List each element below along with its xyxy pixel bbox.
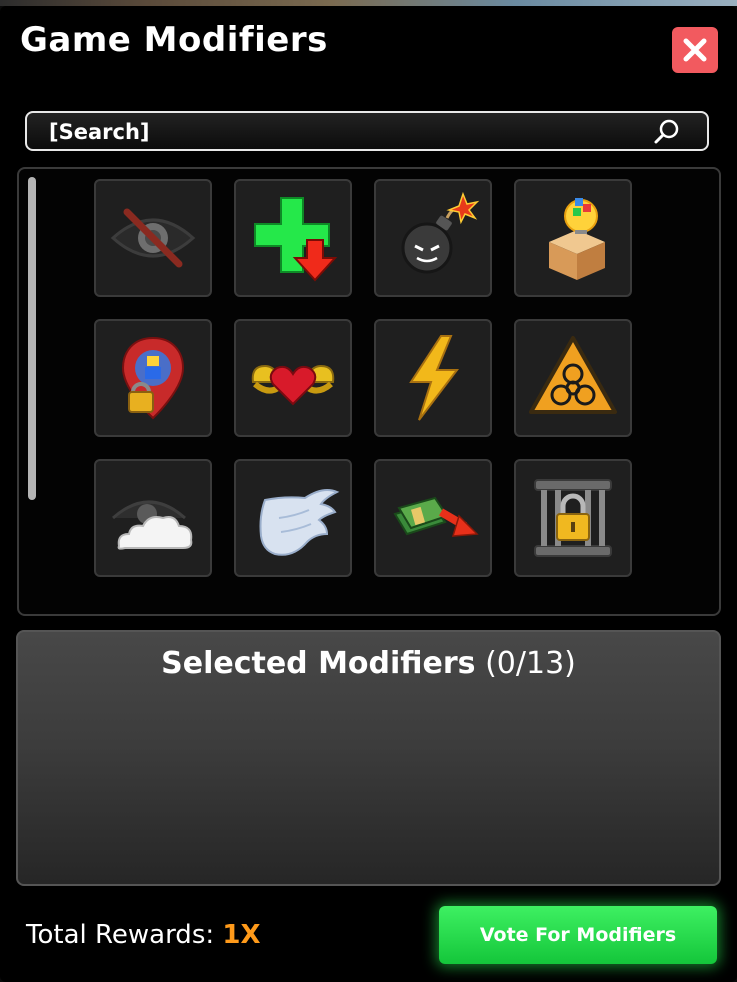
- selected-modifiers-label: Selected Modifiers: [161, 646, 476, 681]
- close-button[interactable]: [672, 27, 718, 73]
- vote-for-modifiers-button[interactable]: Vote For Modifiers: [439, 906, 717, 964]
- total-rewards-value: 1X: [222, 920, 261, 950]
- modifier-tile[interactable]: [374, 179, 492, 297]
- close-icon: [683, 38, 707, 62]
- total-rewards: Total Rewards: 1X: [26, 920, 261, 950]
- hidden-eye-icon: [110, 208, 196, 268]
- mystery-box-icon: [549, 198, 605, 280]
- modifier-tile[interactable]: [234, 459, 352, 577]
- health-down-icon: [254, 197, 338, 282]
- biohazard-icon: [529, 336, 617, 414]
- grid-scrollbar[interactable]: [28, 177, 36, 500]
- modifier-tile[interactable]: [94, 459, 212, 577]
- search-icon[interactable]: [653, 119, 681, 145]
- modifier-tile[interactable]: [374, 319, 492, 437]
- selected-modifiers-panel: Selected Modifiers (0/13): [16, 630, 721, 886]
- selected-modifiers-heading: Selected Modifiers (0/13): [18, 646, 719, 681]
- wing-icon: [259, 489, 340, 556]
- search-input[interactable]: [Search]: [25, 111, 709, 151]
- locked-location-icon: [121, 336, 185, 420]
- search-input-value: [Search]: [49, 120, 150, 144]
- modifier-tile[interactable]: [94, 319, 212, 437]
- panel-title: Game Modifiers: [20, 20, 328, 60]
- modifier-tile[interactable]: [514, 459, 632, 577]
- modifier-tile[interactable]: [514, 319, 632, 437]
- strong-heart-icon: [251, 364, 335, 406]
- modifier-tile[interactable]: [514, 179, 632, 297]
- total-rewards-label: Total Rewards:: [26, 920, 215, 950]
- modifier-tile[interactable]: [94, 179, 212, 297]
- modifier-tile[interactable]: [374, 459, 492, 577]
- lightning-icon: [409, 335, 460, 421]
- money-down-icon: [393, 496, 479, 537]
- fog-icon: [112, 500, 193, 550]
- bomb-icon: [401, 191, 480, 274]
- selected-modifiers-count: (0/13): [485, 646, 576, 681]
- locked-cage-icon: [534, 479, 612, 557]
- modifier-tile[interactable]: [234, 319, 352, 437]
- modifier-tile[interactable]: [234, 179, 352, 297]
